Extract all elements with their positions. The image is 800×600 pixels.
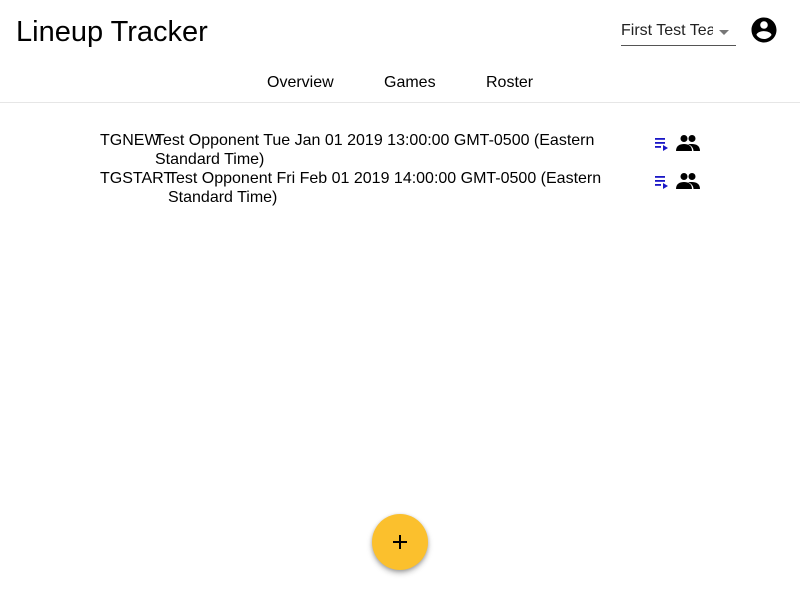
chevron-down-icon — [719, 30, 729, 35]
playlist-play-icon[interactable] — [655, 136, 671, 152]
team-select-value: First Test Team — [621, 22, 713, 39]
people-icon[interactable] — [676, 134, 700, 152]
tab-roster[interactable]: Roster — [486, 73, 533, 93]
people-icon[interactable] — [676, 172, 700, 190]
tab-overview[interactable]: Overview — [267, 73, 334, 93]
add-game-button[interactable] — [372, 514, 428, 570]
game-id: TGNEW — [100, 132, 160, 149]
game-description: Test Opponent Tue Jan 01 2019 13:00:00 G… — [155, 132, 595, 168]
game-description: Test Opponent Fri Feb 01 2019 14:00:00 G… — [168, 170, 602, 206]
nav-tabs: Overview Games Roster — [0, 64, 800, 102]
team-select[interactable]: First Test Team — [621, 19, 736, 46]
playlist-play-icon[interactable] — [655, 174, 671, 190]
app-title: Lineup Tracker — [16, 16, 208, 48]
add-icon — [393, 535, 407, 549]
account-circle-icon — [751, 17, 777, 43]
account-button[interactable] — [749, 15, 779, 45]
game-id: TGSTART — [100, 170, 174, 187]
app-header: Lineup Tracker First Test Team Overview … — [0, 0, 800, 103]
list-item: TGNEW Test Opponent Tue Jan 01 2019 13:0… — [0, 131, 800, 169]
list-item: TGSTART Test Opponent Fri Feb 01 2019 14… — [0, 169, 800, 207]
tab-games[interactable]: Games — [384, 73, 436, 93]
